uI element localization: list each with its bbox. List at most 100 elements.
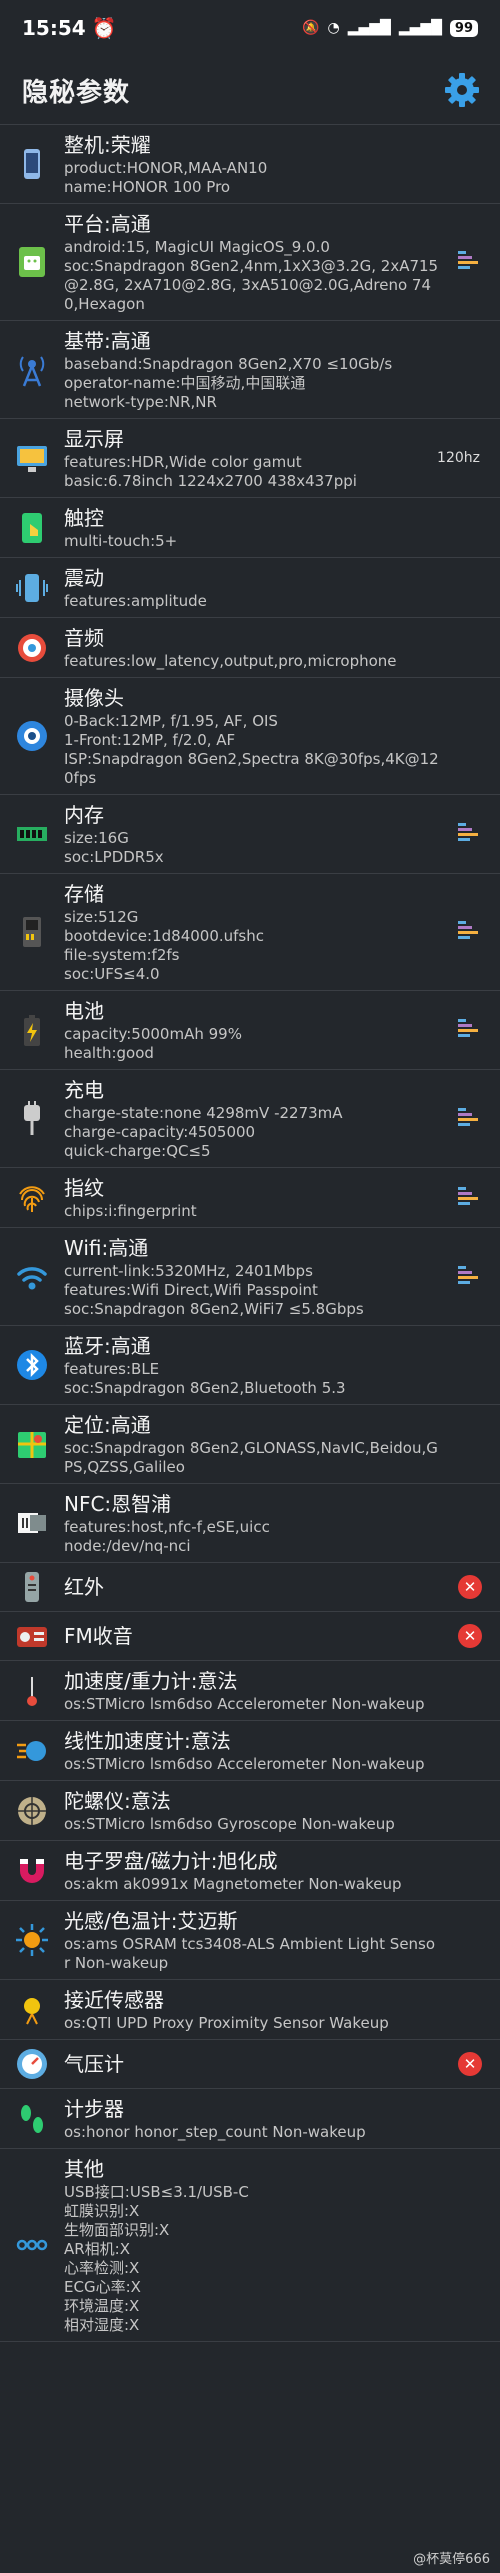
gear-icon[interactable]: [442, 70, 482, 110]
bar-chart-icon[interactable]: [458, 1107, 482, 1126]
item-detail: 相对湿度:X: [64, 2316, 140, 2334]
item-detail: size:512G: [64, 908, 139, 926]
wifi-status-icon: ◔: [327, 20, 340, 36]
vibration-icon: [0, 570, 64, 606]
item-title: 电子罗盘/磁力计:旭化成: [64, 1849, 278, 1873]
item-detail: os:ams OSRAM tcs3408-ALS Ambient Light S…: [64, 1935, 436, 1972]
item-title: 显示屏: [64, 427, 124, 451]
list-item[interactable]: Wifi:高通 current-link:5320MHz, 2401Mbps fea…: [0, 1228, 500, 1326]
nfc-icon: [0, 1505, 64, 1541]
proximity-icon: [0, 1992, 64, 2028]
item-title: 充电: [64, 1078, 104, 1102]
item-title: 电池: [64, 999, 104, 1023]
item-detail: 心率检测:X: [64, 2259, 140, 2277]
item-detail: baseband:Snapdragon 8Gen2,X70 ≤10Gb/s: [64, 355, 393, 373]
item-detail: features:amplitude: [64, 592, 207, 610]
parameter-list: 整机:荣耀 product:HONOR,MAA-AN10 name:HONOR 10…: [0, 124, 500, 2342]
list-item[interactable]: 其他 USB接口:USB≤3.1/USB-C 虹膜识别:X 生物面部识别:X AR相机:…: [0, 2149, 500, 2342]
list-item[interactable]: 定位:高通 soc:Snapdragon 8Gen2,GLONASS,NavIC,…: [0, 1405, 500, 1484]
item-title: 平台:高通: [64, 212, 151, 236]
list-item[interactable]: 电子罗盘/磁力计:旭化成 os:akm ak0991x Magnetometer …: [0, 1841, 500, 1901]
item-detail: soc:Snapdragon 8Gen2,4nm,1xX3@3.2G, 2xA7…: [64, 257, 439, 313]
item-detail: soc:Snapdragon 8Gen2,Bluetooth 5.3: [64, 1379, 346, 1397]
item-detail: size:16G: [64, 829, 129, 847]
fingerprint-icon: [0, 1180, 64, 1216]
bar-chart-icon[interactable]: [458, 921, 482, 939]
signal-icon: ▂▄▆█: [347, 20, 391, 36]
error-icon: ✕: [458, 1575, 482, 1599]
item-detail: 虹膜识别:X: [64, 2202, 140, 2220]
list-item[interactable]: 红外 ✕: [0, 1563, 500, 1612]
item-detail: soc:Snapdragon 8Gen2,GLONASS,NavIC,Beido…: [64, 1439, 438, 1476]
item-detail: node:/dev/nq-nci: [64, 1537, 191, 1555]
audio-icon: [0, 630, 64, 666]
item-title: 线性加速度计:意法: [64, 1729, 231, 1753]
item-title: 指纹: [64, 1176, 104, 1200]
list-item[interactable]: 摄像头 0-Back:12MP, f/1.95, AF, OIS 1-Front:1…: [0, 678, 500, 795]
item-detail: basic:6.78inch 1224x2700 438x437ppi: [64, 472, 357, 490]
item-detail: 0-Back:12MP, f/1.95, AF, OIS: [64, 712, 278, 730]
light-sensor-icon: [0, 1922, 64, 1958]
list-item[interactable]: 气压计 ✕: [0, 2040, 500, 2089]
list-item[interactable]: 整机:荣耀 product:HONOR,MAA-AN10 name:HONOR 10…: [0, 125, 500, 204]
item-detail: name:HONOR 100 Pro: [64, 178, 231, 196]
bar-chart-icon[interactable]: [458, 251, 482, 269]
item-detail: features:Wifi Direct,Wifi Passpoint: [64, 1281, 318, 1299]
charger-icon: [0, 1100, 64, 1137]
list-item[interactable]: 线性加速度计:意法 os:STMicro lsm6dso Acceleromete…: [0, 1721, 500, 1781]
list-item[interactable]: NFC:恩智浦 features:host,nfc-f,eSE,uicc node:…: [0, 1484, 500, 1563]
list-item[interactable]: 内存 size:16G soc:LPDDR5x: [0, 795, 500, 874]
item-title: 摄像头: [64, 686, 124, 710]
camera-icon: [0, 718, 64, 754]
magnet-icon: [0, 1853, 64, 1889]
list-item[interactable]: 充电 charge-state:none 4298mV -2273mA charge…: [0, 1070, 500, 1168]
list-item[interactable]: 存储 size:512G bootdevice:1d84000.ufshc file-…: [0, 874, 500, 991]
phone-icon: [0, 146, 64, 182]
battery-icon: [0, 1012, 64, 1048]
list-item[interactable]: 陀螺仪:意法 os:STMicro lsm6dso Gyroscope Non-w…: [0, 1781, 500, 1841]
footsteps-icon: [0, 2101, 64, 2137]
bar-chart-icon[interactable]: [458, 823, 482, 841]
status-bar: 15:54 ⏰ 🔕 ◔ ▂▄▆█ ▂▄▆█ 99: [0, 0, 500, 56]
more-icon: [0, 2227, 64, 2263]
list-item[interactable]: 音频 features:low_latency,output,pro,microp…: [0, 618, 500, 678]
list-item[interactable]: 震动 features:amplitude: [0, 558, 500, 618]
list-item[interactable]: 光感/色温计:艾迈斯 os:ams OSRAM tcs3408-ALS Ambie…: [0, 1901, 500, 1980]
list-item[interactable]: 基带:高通 baseband:Snapdragon 8Gen2,X70 ≤10Gb…: [0, 321, 500, 419]
list-item[interactable]: 显示屏 features:HDR,Wide color gamut basic:6.…: [0, 419, 500, 498]
status-icons: 🔕 ◔ ▂▄▆█ ▂▄▆█ 99: [302, 19, 478, 37]
radio-icon: [0, 1618, 64, 1654]
watermark: @杯莫停666: [413, 2552, 490, 2567]
list-item[interactable]: 指纹 chips:i:fingerprint: [0, 1168, 500, 1228]
status-time: 15:54: [22, 16, 86, 40]
list-item[interactable]: 触控 multi-touch:5+: [0, 498, 500, 558]
error-icon: ✕: [458, 2052, 482, 2076]
bar-chart-icon[interactable]: [458, 1265, 482, 1284]
signal-icon-2: ▂▄▆█: [398, 20, 442, 36]
list-item[interactable]: 蓝牙:高通 features:BLE soc:Snapdragon 8Gen2,Bl…: [0, 1326, 500, 1405]
item-detail: 生物面部识别:X: [64, 2221, 170, 2239]
item-title: 红外: [64, 1575, 104, 1599]
list-item[interactable]: 电池 capacity:5000mAh 99% health:good: [0, 991, 500, 1070]
page-title: 隐秘参数: [22, 77, 131, 108]
item-detail: product:HONOR,MAA-AN10: [64, 159, 268, 177]
item-detail: features:BLE: [64, 1360, 160, 1378]
bluetooth-icon: [0, 1347, 64, 1383]
item-title: 蓝牙:高通: [64, 1334, 151, 1358]
item-title: 定位:高通: [64, 1413, 151, 1437]
android-icon: [0, 244, 64, 280]
list-item[interactable]: FM收音 ✕: [0, 1612, 500, 1661]
item-detail: chips:i:fingerprint: [64, 1202, 197, 1220]
item-detail: os:QTI UPD Proxy Proximity Sensor Wakeup: [64, 2014, 389, 2032]
list-item[interactable]: 计步器 os:honor honor_step_count Non-wakeup: [0, 2089, 500, 2149]
linear-acceleration-icon: [0, 1733, 64, 1769]
item-title: 陀螺仪:意法: [64, 1789, 171, 1813]
list-item[interactable]: 平台:高通 android:15, MagicUI MagicOS_9.0.0 so…: [0, 204, 500, 321]
list-item[interactable]: 接近传感器 os:QTI UPD Proxy Proximity Sensor W…: [0, 1980, 500, 2040]
bar-chart-icon[interactable]: [458, 1019, 482, 1037]
error-icon: ✕: [458, 1624, 482, 1648]
list-item[interactable]: 加速度/重力计:意法 os:STMicro lsm6dso Acceleromet…: [0, 1661, 500, 1721]
bar-chart-icon[interactable]: [458, 1186, 482, 1205]
alarm-icon: ⏰: [91, 16, 117, 40]
item-title: 基带:高通: [64, 329, 151, 353]
